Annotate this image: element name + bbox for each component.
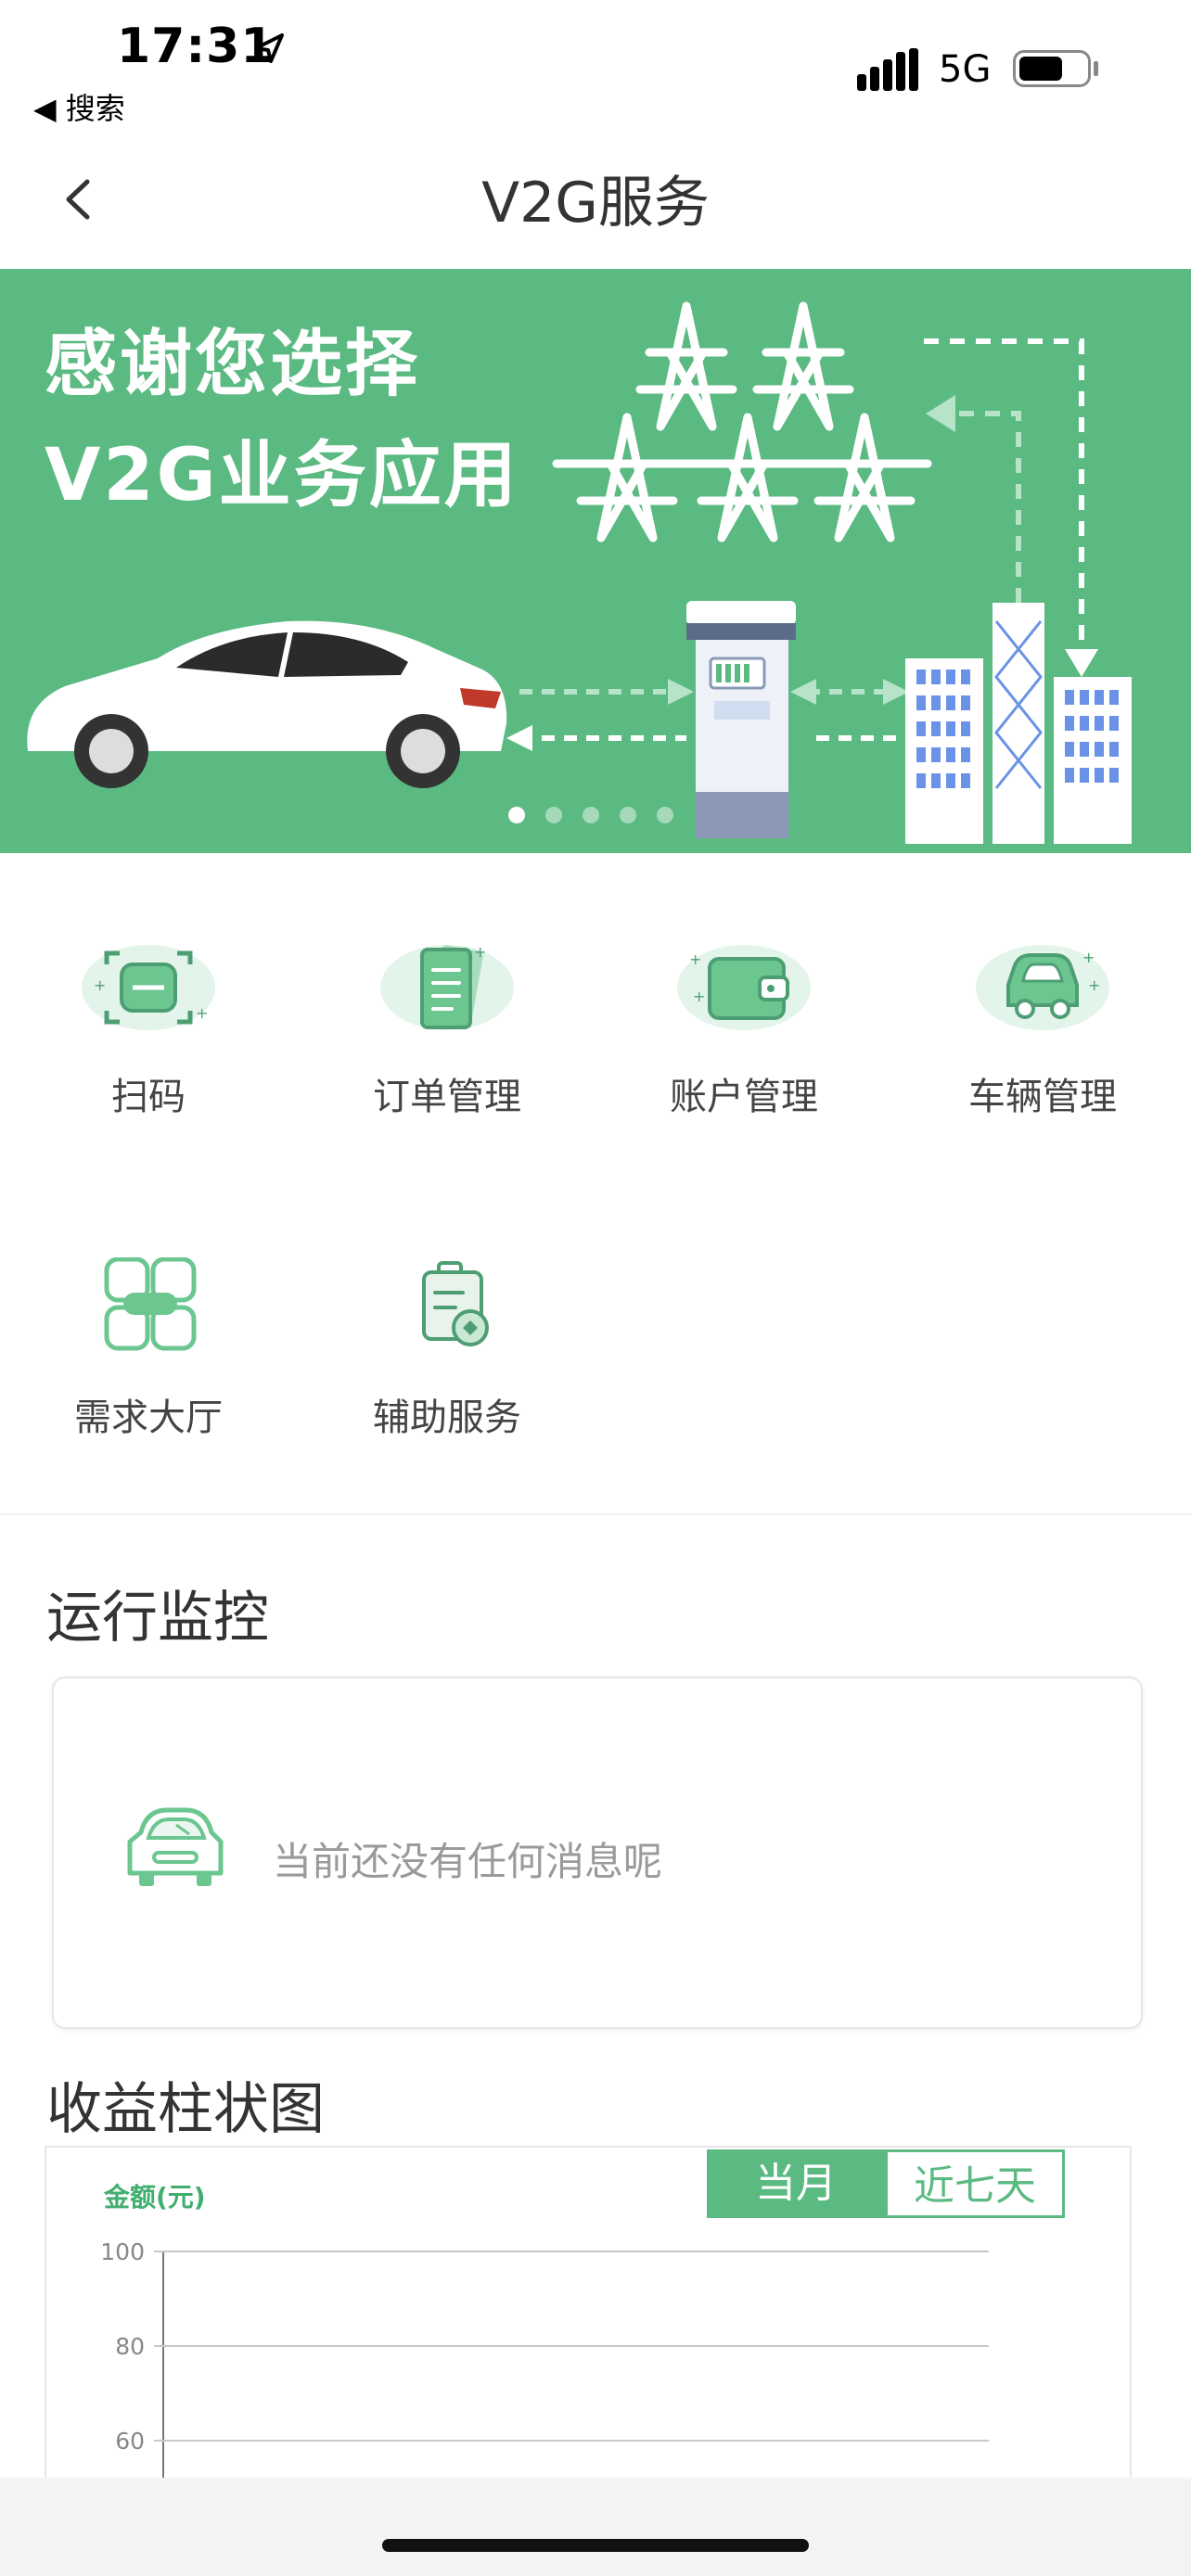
menu-item-vehicle[interactable]: + + 车辆管理 xyxy=(931,937,1154,1120)
carousel-dot[interactable] xyxy=(657,807,673,823)
monitor-card: 当前还没有任何消息呢 xyxy=(52,1677,1143,2029)
car-icon: + + xyxy=(976,945,1109,1030)
empty-message: 当前还没有任何消息呢 xyxy=(273,1839,663,1884)
menu-label: 需求大厅 xyxy=(74,1396,223,1439)
home-indicator[interactable] xyxy=(382,2539,809,2552)
menu-label: 扫码 xyxy=(111,1076,186,1118)
empty-car-icon xyxy=(127,1807,224,1886)
assist-service-icon xyxy=(422,1261,489,1346)
menu-label: 车辆管理 xyxy=(968,1076,1117,1118)
page-title: V2G服务 xyxy=(481,171,710,236)
svg-text:+: + xyxy=(689,950,701,968)
section-divider xyxy=(0,1513,1191,1515)
location-arrow-icon xyxy=(254,33,284,63)
order-icon: + xyxy=(380,943,514,1030)
svg-text:+: + xyxy=(693,988,705,1005)
tab-current-month[interactable]: 当月 xyxy=(707,2149,885,2218)
menu-item-demand-hall[interactable]: 需求大厅 xyxy=(37,1257,260,1441)
menu-item-scan[interactable]: + + 扫码 xyxy=(37,937,260,1120)
svg-text:+: + xyxy=(1082,949,1095,966)
revenue-section-title: 收益柱状图 xyxy=(46,2077,325,2142)
menu-item-orders[interactable]: + 订单管理 xyxy=(336,937,558,1120)
svg-text:+: + xyxy=(196,1004,208,1022)
banner-headline-1: 感谢您选择 xyxy=(45,323,421,406)
menu-item-account[interactable]: + + 账户管理 xyxy=(633,937,855,1120)
menu-label: 订单管理 xyxy=(373,1076,521,1118)
menu-label: 辅助服务 xyxy=(373,1396,521,1439)
monitor-section-title: 运行监控 xyxy=(46,1586,269,1651)
nav-bar: V2G服务 xyxy=(0,139,1191,260)
status-bar: 17:31 ◀ 搜索 5G xyxy=(0,0,1191,130)
svg-text:+: + xyxy=(474,943,486,961)
svg-text:+: + xyxy=(94,976,106,994)
tab-last-seven-days[interactable]: 近七天 xyxy=(885,2149,1065,2218)
banner-carousel[interactable]: 感谢您选择 V2G业务应用 xyxy=(0,269,1191,853)
network-type: 5G xyxy=(939,48,992,91)
battery-icon xyxy=(1013,50,1091,87)
carousel-dots xyxy=(508,807,673,823)
home-bar-area xyxy=(0,2478,1191,2576)
battery-tip xyxy=(1094,61,1098,76)
carousel-dot[interactable] xyxy=(583,807,599,823)
menu-item-assist-service[interactable]: 辅助服务 xyxy=(336,1257,558,1441)
carousel-dot[interactable] xyxy=(508,807,525,823)
back-to-search-link[interactable]: ◀ 搜索 xyxy=(33,85,125,128)
carousel-dot[interactable] xyxy=(620,807,636,823)
wallet-icon: + + xyxy=(677,945,811,1030)
scan-icon: + + xyxy=(82,945,215,1030)
banner-headline-2: V2G业务应用 xyxy=(45,434,519,517)
chart-y-axis-label: 金额(元) xyxy=(104,2182,206,2213)
demand-hall-icon xyxy=(104,1257,197,1351)
menu-label: 账户管理 xyxy=(670,1076,818,1118)
svg-text:+: + xyxy=(1088,976,1100,994)
carousel-dot[interactable] xyxy=(545,807,562,823)
cellular-signal-icon xyxy=(857,48,918,91)
